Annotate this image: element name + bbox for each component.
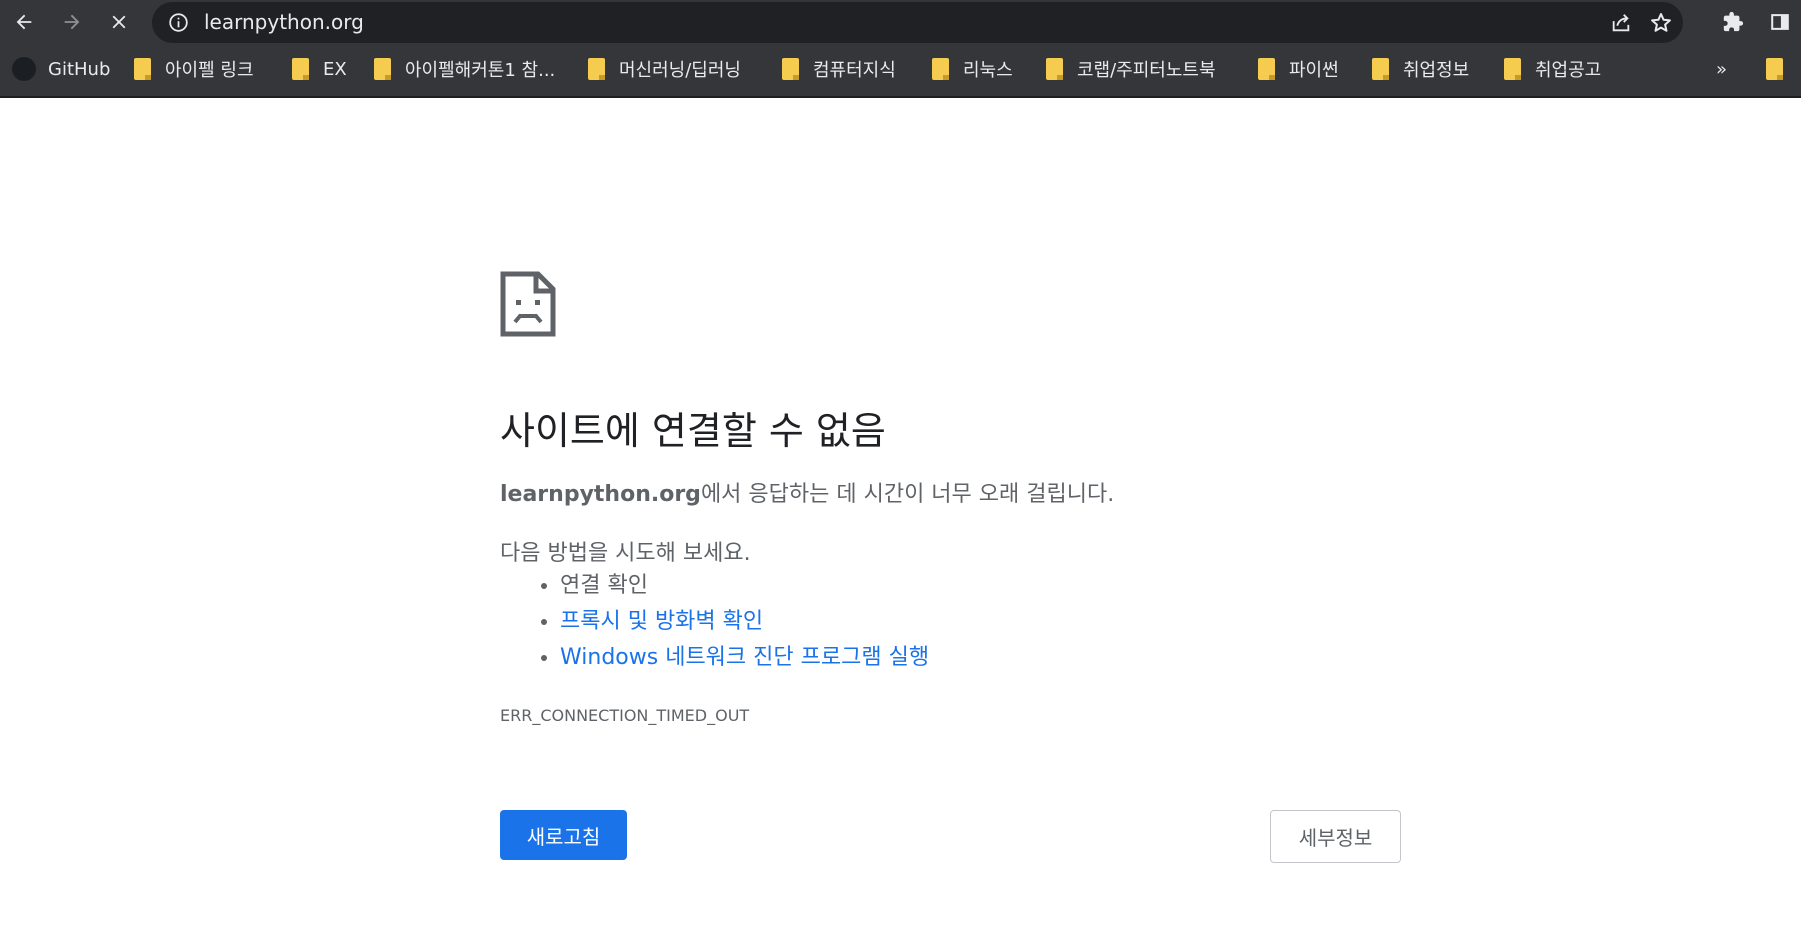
- sad-page-icon: [500, 271, 556, 337]
- reload-button[interactable]: 새로고침: [500, 810, 627, 860]
- bookmark-label: 아이펠해커톤1 참...: [405, 60, 556, 81]
- close-icon: [112, 15, 126, 29]
- bookmark-folder-colab[interactable]: 코랩/주피터노트북: [1046, 52, 1216, 86]
- suggestion-check-proxy: 프록시 및 방화벽 확인: [560, 604, 929, 640]
- bookmark-folder-ml-dl[interactable]: 머신러닝/딥러닝: [588, 52, 741, 86]
- folder-icon: [374, 58, 391, 80]
- bookmark-folder-python[interactable]: 파이썬: [1258, 52, 1339, 86]
- bookmark-folder-job-posting[interactable]: 취업공고: [1504, 52, 1601, 86]
- bookmark-label: 리눅스: [963, 60, 1013, 81]
- folder-icon: [1046, 58, 1063, 80]
- puzzle-icon: [1723, 11, 1744, 32]
- bookmark-folder-job-info[interactable]: 취업정보: [1372, 52, 1469, 86]
- bookmark-folder-hackathon[interactable]: 아이펠해커톤1 참...: [374, 52, 555, 86]
- stop-button[interactable]: [101, 4, 137, 40]
- bookmark-label: 파이썬: [1289, 60, 1339, 81]
- suggestions-heading: 다음 방법을 시도해 보세요.: [500, 541, 751, 566]
- back-button[interactable]: [6, 4, 42, 40]
- bookmark-github[interactable]: GitHub: [12, 52, 110, 86]
- bookmark-label: 코랩/주피터노트북: [1077, 60, 1216, 81]
- bookmark-folder-partial[interactable]: [1766, 52, 1797, 86]
- chevron-double-right-icon: »: [1716, 58, 1728, 80]
- bookmark-folder-linux[interactable]: 리눅스: [932, 52, 1013, 86]
- side-panel-button[interactable]: [1762, 4, 1798, 40]
- bookmark-label: 취업정보: [1403, 60, 1470, 81]
- run-network-diagnostics-link[interactable]: Windows 네트워크 진단 프로그램 실행: [560, 645, 929, 670]
- bookmark-label: GitHub: [48, 58, 111, 80]
- bookmark-folder-aiffel-link[interactable]: 아이펠 링크: [134, 52, 254, 86]
- folder-icon: [1258, 58, 1275, 80]
- forward-button[interactable]: [54, 4, 90, 40]
- url-text[interactable]: learnpython.org: [204, 2, 364, 43]
- browser-toolbar: learnpython.org: [0, 0, 1801, 44]
- folder-icon: [292, 58, 309, 80]
- suggestions-list: 연결 확인 프록시 및 방화벽 확인 Windows 네트워크 진단 프로그램 …: [525, 568, 929, 676]
- address-bar[interactable]: learnpython.org: [152, 2, 1683, 43]
- folder-icon: [134, 58, 151, 80]
- bookmark-folder-ex[interactable]: EX: [292, 52, 347, 86]
- bookmark-folder-computer[interactable]: 컴퓨터지식: [782, 52, 896, 86]
- bookmarks-bar: GitHub 아이펠 링크 EX 아이펠해커톤1 참... 머신러닝/딥러닝 컴…: [0, 44, 1801, 98]
- error-title: 사이트에 연결할 수 없음: [500, 409, 886, 453]
- folder-icon: [588, 58, 605, 80]
- check-proxy-firewall-link[interactable]: 프록시 및 방화벽 확인: [560, 609, 763, 634]
- folder-icon: [782, 58, 799, 80]
- error-description: learnpython.org에서 응답하는 데 시간이 너무 오래 걸립니다.: [500, 476, 1114, 508]
- github-icon: [12, 57, 36, 81]
- folder-icon: [932, 58, 949, 80]
- error-description-text: 에서 응답하는 데 시간이 너무 오래 걸립니다.: [700, 482, 1115, 507]
- folder-icon: [1766, 58, 1783, 80]
- extensions-button[interactable]: [1715, 4, 1751, 40]
- folder-icon: [1504, 58, 1521, 80]
- share-icon[interactable]: [1610, 12, 1632, 34]
- suggestion-check-connection: 연결 확인: [560, 568, 929, 604]
- arrow-right-icon: [64, 14, 80, 30]
- bookmark-label: 아이펠 링크: [165, 60, 254, 81]
- bookmark-label: 취업공고: [1535, 60, 1602, 81]
- bookmark-label: 머신러닝/딥러닝: [619, 60, 741, 81]
- suggestion-text: 연결 확인: [560, 573, 648, 598]
- bookmark-label: EX: [323, 58, 347, 80]
- side-panel-icon: [1771, 14, 1789, 30]
- suggestion-run-diagnostics: Windows 네트워크 진단 프로그램 실행: [560, 640, 929, 676]
- error-host: learnpython.org: [500, 482, 701, 507]
- folder-icon: [1372, 58, 1389, 80]
- details-button[interactable]: 세부정보: [1270, 810, 1401, 863]
- star-icon[interactable]: [1649, 11, 1673, 35]
- bookmark-label: 컴퓨터지식: [813, 60, 896, 81]
- error-code: ERR_CONNECTION_TIMED_OUT: [500, 706, 750, 725]
- bookmarks-overflow-button[interactable]: »: [1716, 52, 1727, 86]
- arrow-left-icon: [16, 14, 32, 30]
- info-icon[interactable]: [168, 12, 189, 33]
